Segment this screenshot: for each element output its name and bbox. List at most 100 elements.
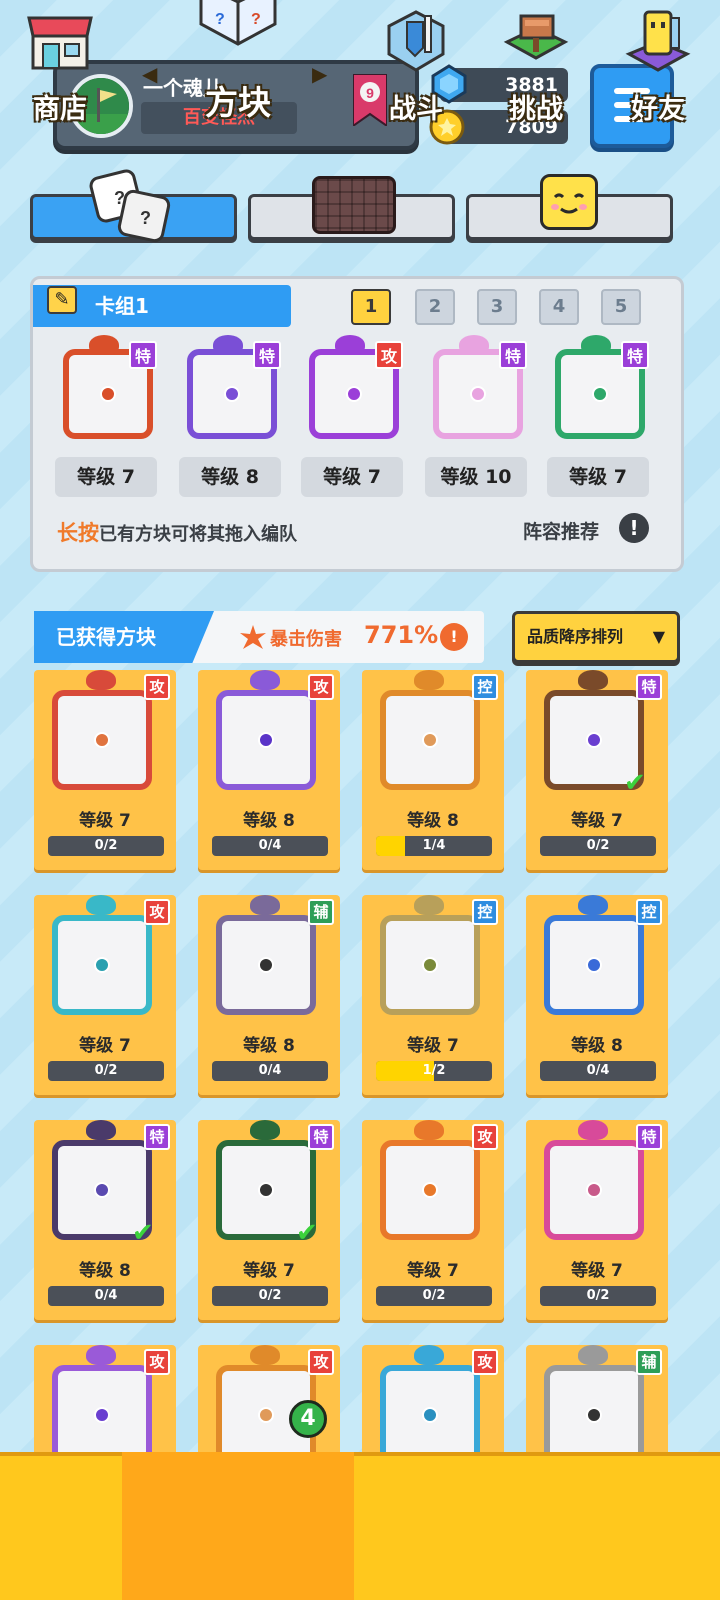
block-dot	[470, 386, 486, 402]
block-dot	[94, 1407, 110, 1423]
block-dot	[94, 1182, 110, 1198]
block-level: 等级 7	[79, 811, 131, 831]
board-icon	[312, 176, 396, 234]
svg-text:?: ?	[215, 11, 225, 28]
nav-next-arrow-icon[interactable]: ▶	[312, 62, 327, 86]
lineup-recommend-link[interactable]: 阵容推荐	[523, 517, 599, 544]
dragon-head-icon	[414, 1345, 444, 1365]
type-tag: 辅	[636, 1349, 662, 1375]
block-dot	[586, 732, 602, 748]
battle-icon	[383, 8, 449, 74]
block-level: 等级 7	[243, 1261, 295, 1281]
nav-friends[interactable]: 好友	[596, 0, 720, 148]
block-card[interactable]: 攻等级 7 0/2	[34, 670, 176, 870]
deck-card[interactable]: 特	[423, 335, 527, 445]
block-dot	[422, 732, 438, 748]
dragon-head-icon	[414, 670, 444, 690]
type-tag: 攻	[144, 899, 170, 925]
block-frame	[544, 1140, 644, 1240]
deck-card[interactable]: 特	[177, 335, 281, 445]
block-card[interactable]: 特等级 8 0/4 ✔	[34, 1120, 176, 1320]
block-level: 等级 7	[79, 1036, 131, 1056]
info-icon[interactable]: !	[619, 513, 649, 543]
block-level: 等级 8	[79, 1261, 131, 1281]
block-card[interactable]: 控等级 7 1/2	[362, 895, 504, 1095]
block-card[interactable]: 辅等级 8 0/4	[198, 895, 340, 1095]
dragon-head-icon	[581, 335, 611, 355]
deck-card[interactable]: 特	[53, 335, 157, 445]
block-card[interactable]: 攻等级 7 0/2	[34, 895, 176, 1095]
deck-tab-5[interactable]: 5	[601, 289, 641, 325]
dragon-head-icon	[250, 895, 280, 915]
deck-tab-4[interactable]: 4	[539, 289, 579, 325]
nav-shop[interactable]: 商店	[0, 0, 120, 148]
in-deck-check-icon: ✔	[624, 768, 646, 798]
block-dot	[224, 386, 240, 402]
deck-tab-1[interactable]: 1	[351, 289, 391, 325]
dragon-head-icon	[578, 1120, 608, 1140]
block-level: 等级 8	[243, 1036, 295, 1056]
nav-blocks[interactable]: ??? 方块 ◀ ▶	[122, 0, 354, 148]
bottom-nav	[0, 1452, 720, 1600]
block-dot	[100, 386, 116, 402]
block-card[interactable]: 攻等级 8 0/4	[198, 670, 340, 870]
edit-pencil-icon[interactable]: ✎	[47, 286, 77, 314]
nav-challenge[interactable]: 挑战	[476, 0, 596, 148]
block-frame	[52, 1365, 152, 1465]
svg-text:?: ?	[114, 188, 125, 208]
nav-battle[interactable]: 战斗	[356, 0, 476, 148]
dragon-head-icon	[459, 335, 489, 355]
block-card[interactable]: 控等级 8 0/4	[526, 895, 668, 1095]
upgrade-progress-bar: 0/2	[48, 1061, 164, 1081]
sort-dropdown[interactable]: 品质降序排列 ▼	[512, 611, 680, 663]
shop-icon	[27, 8, 93, 74]
block-card[interactable]: 控等级 8 1/4	[362, 670, 504, 870]
block-card[interactable]: 特等级 7 0/2 ✔	[198, 1120, 340, 1320]
deck-card-level: 等级 7	[301, 457, 403, 497]
block-frame	[52, 915, 152, 1015]
crit-info-icon[interactable]: !	[440, 623, 468, 651]
type-tag: 特	[253, 341, 281, 369]
type-tag: 攻	[308, 674, 334, 700]
dragon-head-icon	[250, 670, 280, 690]
block-frame	[380, 915, 480, 1015]
block-card[interactable]: 特等级 7 0/2	[526, 1120, 668, 1320]
dragon-head-icon	[86, 1120, 116, 1140]
block-card[interactable]: 攻等级 7 0/2	[362, 1120, 504, 1320]
deck-card[interactable]: 特	[545, 335, 649, 445]
smiley-icon	[540, 174, 598, 230]
upgrade-progress-bar: 0/4	[48, 1286, 164, 1306]
block-dot	[586, 1407, 602, 1423]
nav-prev-arrow-icon[interactable]: ◀	[142, 62, 157, 86]
in-deck-check-icon: ✔	[296, 1218, 318, 1248]
mystery-cube-icon: ???	[195, 0, 281, 48]
type-tag: 辅	[308, 899, 334, 925]
dragon-head-icon	[213, 335, 243, 355]
block-frame	[52, 690, 152, 790]
block-dot	[346, 386, 362, 402]
dragon-head-icon	[86, 670, 116, 690]
deck-card-level: 等级 8	[179, 457, 281, 497]
block-frame	[380, 690, 480, 790]
dragon-head-icon	[89, 335, 119, 355]
block-frame	[216, 915, 316, 1015]
block-dot	[258, 1182, 274, 1198]
block-level: 等级 7	[571, 1261, 623, 1281]
type-tag: 攻	[472, 1349, 498, 1375]
type-tag: 控	[472, 899, 498, 925]
upgrade-progress-bar: 0/2	[540, 1286, 656, 1306]
deck-tab-3[interactable]: 3	[477, 289, 517, 325]
type-tag: 特	[499, 341, 527, 369]
block-card[interactable]: 特等级 7 0/2 ✔	[526, 670, 668, 870]
deck-tab-2[interactable]: 2	[415, 289, 455, 325]
drag-hint: 长按已有方块可将其拖入编队	[57, 521, 297, 545]
dice-icon: ??	[86, 164, 172, 244]
upgrade-progress-bar: 0/2	[48, 836, 164, 856]
deck-card[interactable]: 攻	[299, 335, 403, 445]
upgrade-progress-bar: 0/4	[212, 836, 328, 856]
svg-text:?: ?	[140, 208, 151, 228]
block-level: 等级 8	[571, 1036, 623, 1056]
dragon-head-icon	[578, 1345, 608, 1365]
type-tag: 攻	[144, 1349, 170, 1375]
block-frame	[380, 1140, 480, 1240]
